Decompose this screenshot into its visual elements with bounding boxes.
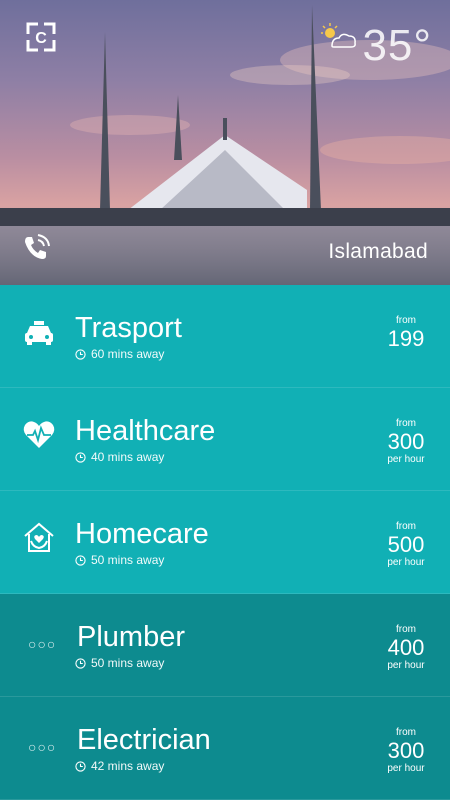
city-label: Islamabad: [328, 240, 428, 263]
service-eta: 50 mins away: [75, 656, 164, 670]
eta-text: 40 mins away: [91, 450, 165, 464]
eta-text: 50 mins away: [91, 656, 165, 670]
more-dots-icon: ○○○: [28, 636, 57, 652]
price-block: from 400 per hour: [384, 624, 428, 672]
price-unit: per hour: [387, 557, 425, 568]
price-block: from 199: [384, 315, 428, 351]
home-care-icon: [24, 522, 54, 552]
price-unit: per hour: [387, 763, 425, 774]
service-name: Homecare: [75, 518, 209, 550]
service-name: Plumber: [77, 621, 185, 653]
eta-text: 42 mins away: [91, 759, 165, 773]
service-name: Trasport: [75, 312, 182, 344]
logo-letter: C: [35, 30, 47, 47]
clock-icon: [75, 657, 86, 669]
service-row-homecare[interactable]: Homecare 50 mins away from 500 per hour: [0, 491, 450, 594]
service-list: Trasport 60 mins away from 199 Healthcar…: [0, 285, 450, 800]
eta-text: 50 mins away: [91, 553, 165, 567]
partly-cloudy-icon: [321, 23, 357, 48]
service-row-electrician[interactable]: ○○○ Electrician 42 mins away from 300 pe…: [0, 697, 450, 800]
header-hero: C 35° Islamabad: [0, 0, 450, 285]
price-unit: per hour: [387, 660, 425, 671]
price-amount: 500: [387, 532, 425, 557]
price-block: from 300 per hour: [384, 418, 428, 466]
more-dots-icon: ○○○: [28, 739, 57, 755]
price-block: from 300 per hour: [384, 727, 428, 775]
price-amount: 199: [387, 326, 425, 351]
clock-icon: [75, 348, 86, 360]
price-unit: per hour: [387, 454, 425, 465]
price-amount: 400: [387, 635, 425, 660]
price-amount: 300: [387, 738, 425, 763]
service-row-transport[interactable]: Trasport 60 mins away from 199: [0, 285, 450, 388]
eta-text: 60 mins away: [91, 347, 165, 361]
service-row-plumber[interactable]: ○○○ Plumber 50 mins away from 400 per ho…: [0, 594, 450, 697]
clock-icon: [75, 554, 86, 566]
clock-icon: [75, 451, 86, 463]
clock-icon: [75, 760, 86, 772]
service-eta: 50 mins away: [75, 553, 164, 567]
heart-pulse-icon: [23, 421, 55, 448]
service-row-healthcare[interactable]: Healthcare 40 mins away from 300 per hou…: [0, 388, 450, 491]
price-amount: 300: [387, 429, 425, 454]
phone-call-icon[interactable]: [22, 234, 50, 262]
service-name: Healthcare: [75, 415, 216, 447]
service-eta: 42 mins away: [75, 759, 164, 773]
brand-logo-icon[interactable]: C: [24, 20, 58, 54]
taxi-icon: [25, 321, 53, 345]
weather-widget: 35°: [318, 22, 432, 70]
service-name: Electrician: [77, 724, 211, 756]
service-eta: 60 mins away: [75, 347, 164, 361]
service-eta: 40 mins away: [75, 450, 164, 464]
price-block: from 500 per hour: [384, 521, 428, 569]
temperature-label: 35°: [362, 21, 432, 70]
